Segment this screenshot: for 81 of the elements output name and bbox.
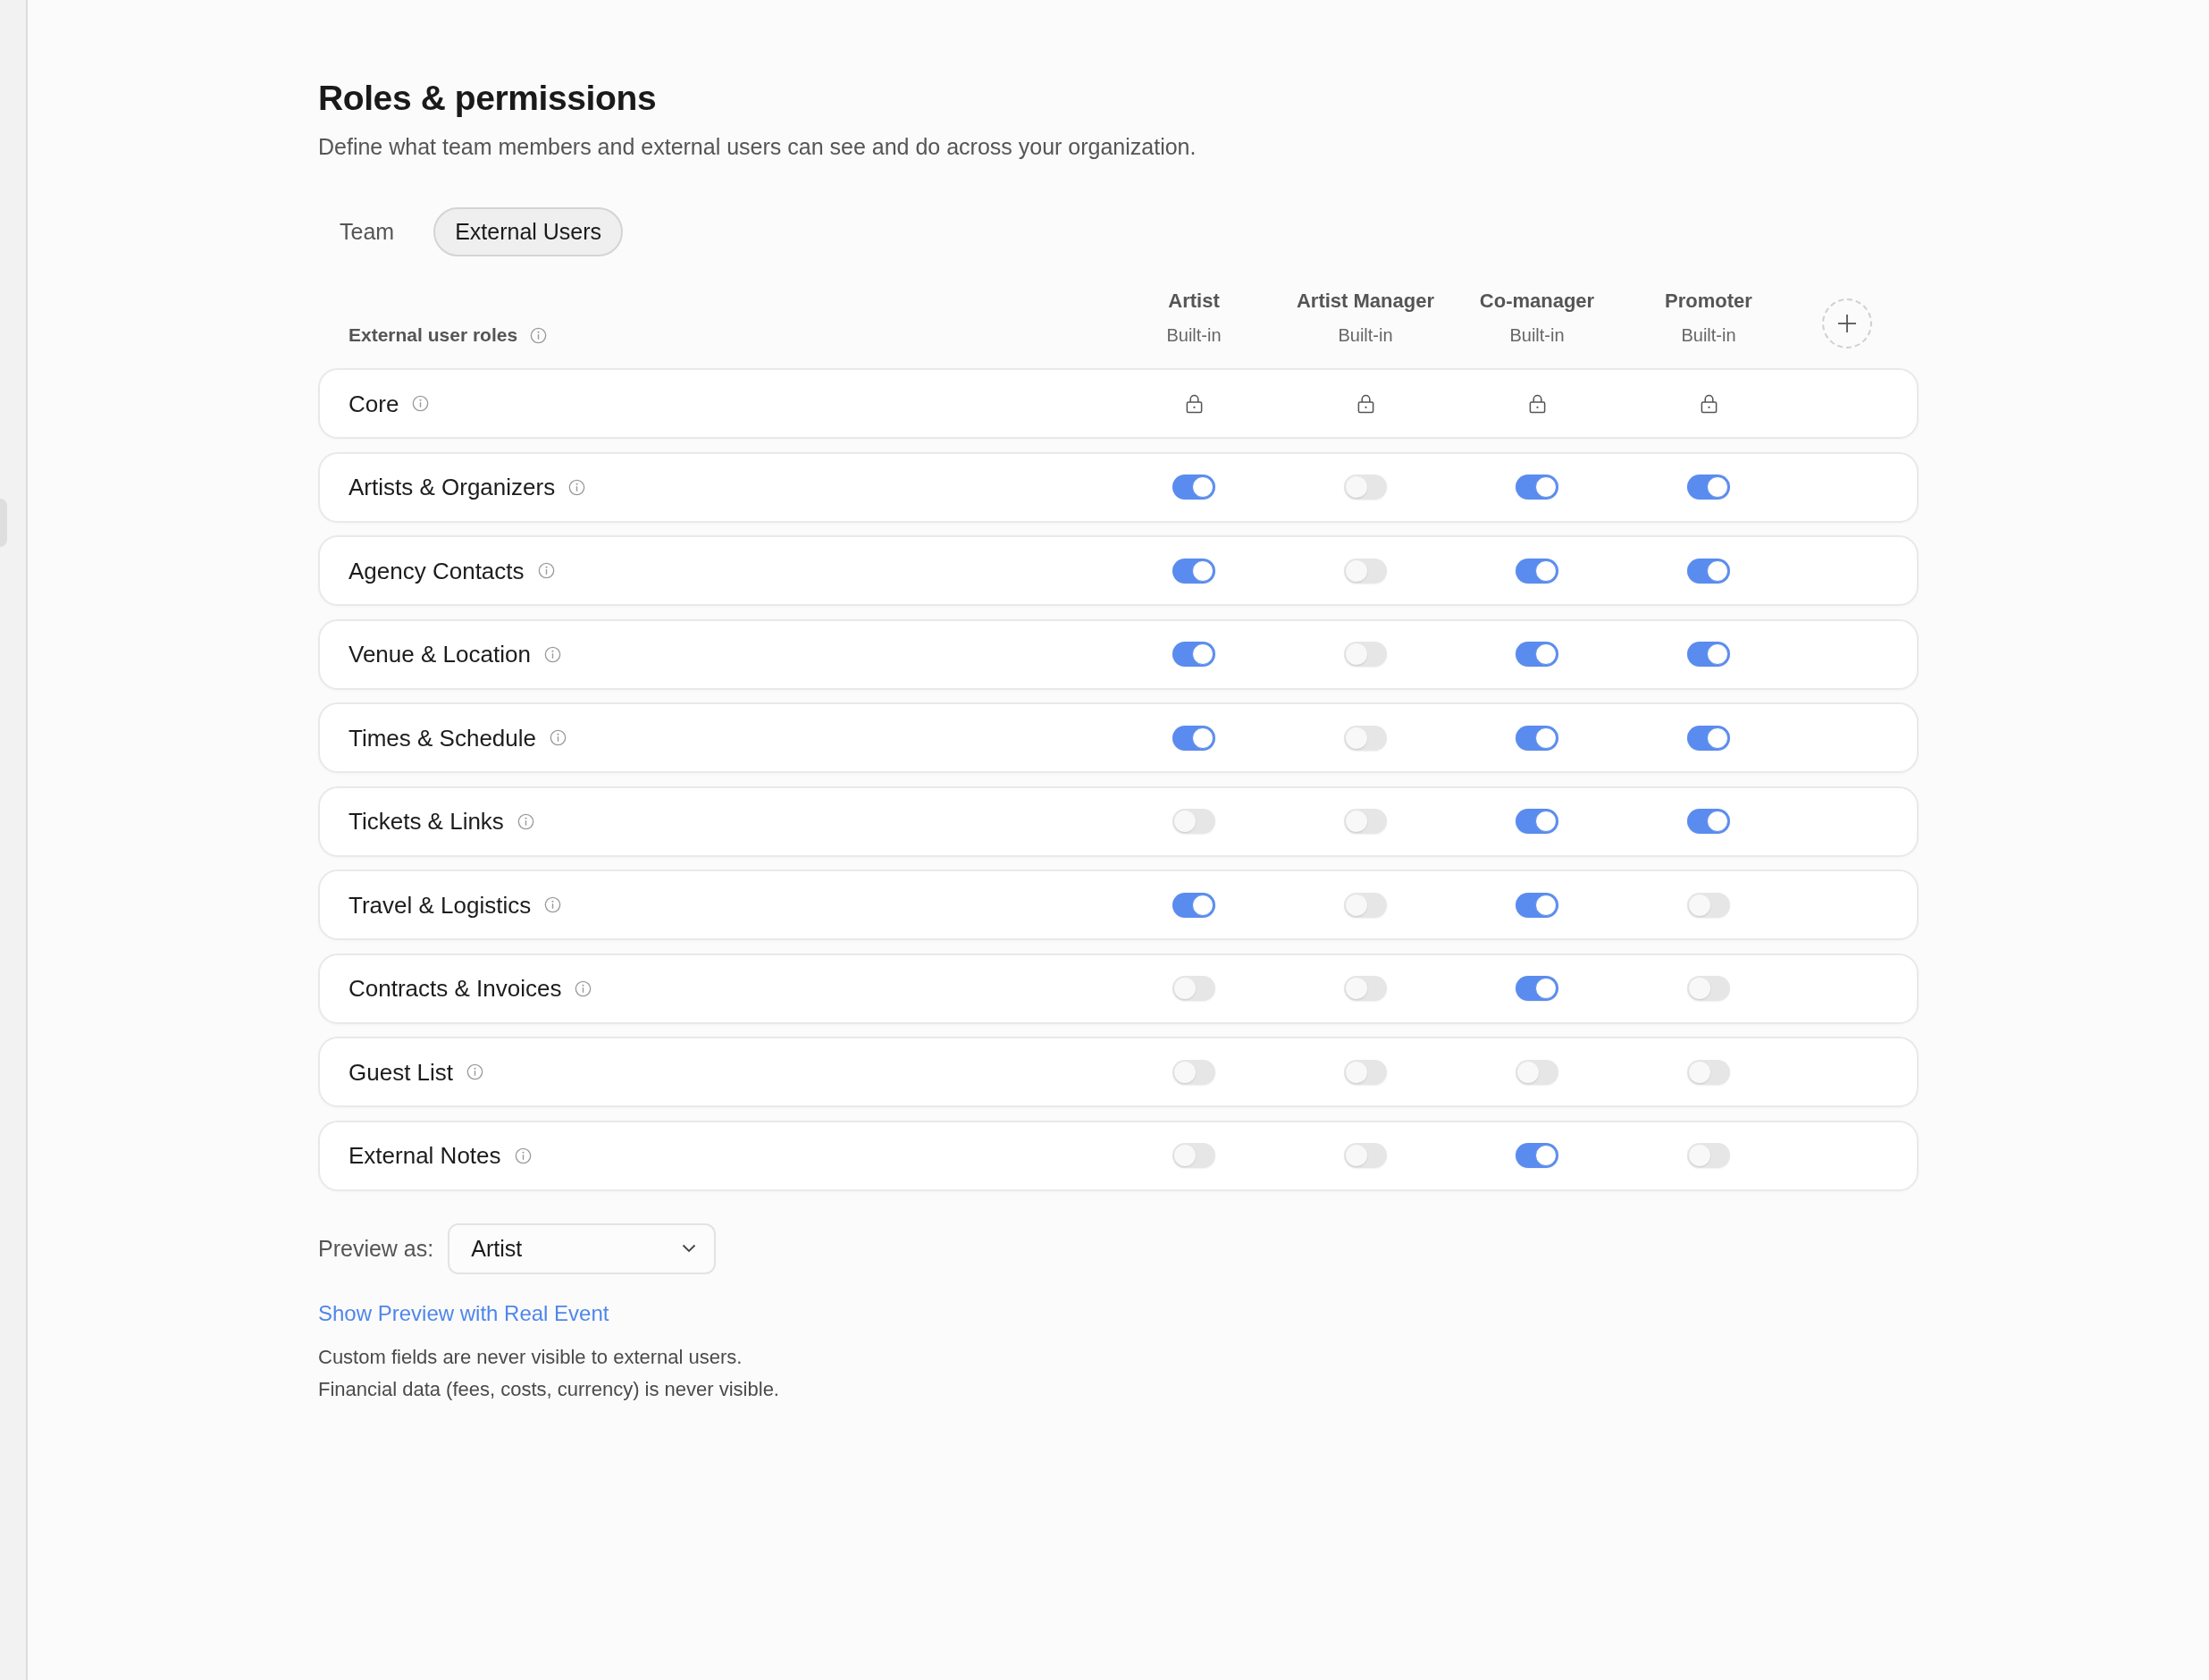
toggle-switch[interactable] — [1344, 892, 1387, 918]
toggle-switch[interactable] — [1172, 976, 1215, 1001]
toggle-switch[interactable] — [1687, 642, 1730, 667]
row-label: External Notes — [349, 1141, 501, 1170]
info-icon — [543, 645, 561, 663]
toggle-switch[interactable] — [1516, 725, 1558, 751]
toggle-switch[interactable] — [1172, 558, 1215, 584]
toggle-switch[interactable] — [1344, 976, 1387, 1001]
info-icon — [575, 979, 592, 997]
row-label: Agency Contacts — [349, 556, 525, 585]
toggle-switch[interactable] — [1344, 725, 1387, 751]
toggle-switch[interactable] — [1172, 475, 1215, 500]
column-name: Promoter — [1665, 289, 1752, 314]
row-label: Tickets & Links — [349, 807, 504, 836]
preview-select[interactable]: Artist — [448, 1222, 717, 1274]
info-icon — [550, 729, 567, 746]
toggle-switch[interactable] — [1516, 475, 1558, 500]
lock-icon — [1699, 393, 1718, 414]
row-label: Times & Schedule — [349, 723, 537, 752]
toggle-switch[interactable] — [1516, 1143, 1558, 1168]
row-label: Travel & Logistics — [349, 890, 532, 920]
chevron-icon — [682, 1244, 697, 1253]
toggle-switch[interactable] — [1344, 642, 1387, 667]
info-icon — [514, 1147, 532, 1164]
info-icon — [517, 812, 534, 830]
toggle-switch[interactable] — [1172, 725, 1215, 751]
preview-label: Preview as: — [318, 1235, 434, 1262]
toggle-switch[interactable] — [1344, 1143, 1387, 1168]
column-name: Artist Manager — [1296, 289, 1434, 314]
add-role-button[interactable] — [1822, 298, 1872, 349]
toggle-switch[interactable] — [1687, 558, 1730, 584]
row-label: Core — [349, 389, 399, 418]
toggle-switch[interactable] — [1172, 1143, 1215, 1168]
info-icon — [568, 478, 586, 496]
column-subtitle: Built-in — [1509, 324, 1565, 347]
row-label: Artists & Organizers — [349, 473, 556, 501]
toggle-switch[interactable] — [1516, 1059, 1558, 1085]
toggle-switch[interactable] — [1516, 558, 1558, 584]
column-subtitle: Built-in — [1166, 324, 1222, 347]
info-icon — [466, 1063, 484, 1080]
note-text: Financial data (fees, costs, currency) is never visible. — [318, 1376, 780, 1402]
toggle-switch[interactable] — [1172, 809, 1215, 834]
lock-icon — [1184, 393, 1204, 414]
lock-icon — [1527, 393, 1547, 414]
tab[interactable]: External Users — [433, 207, 624, 256]
toggle-switch[interactable] — [1344, 475, 1387, 500]
row-label: Contracts & Invoices — [349, 974, 562, 1003]
column-subtitle: Built-in — [1681, 324, 1736, 347]
row-label: Guest List — [349, 1057, 454, 1087]
info-icon — [412, 395, 430, 412]
toggle-switch[interactable] — [1516, 809, 1558, 834]
tab[interactable]: Team — [318, 207, 416, 256]
toggle-switch[interactable] — [1516, 642, 1558, 667]
toggle-switch[interactable] — [1687, 809, 1730, 834]
toggle-switch[interactable] — [1687, 1143, 1730, 1168]
toggle-switch[interactable] — [1687, 976, 1730, 1001]
toggle-switch[interactable] — [1172, 892, 1215, 918]
toggle-switch[interactable] — [1687, 475, 1730, 500]
column-subtitle: Built-in — [1338, 324, 1393, 347]
toggle-switch[interactable] — [1344, 558, 1387, 584]
lock-icon — [1356, 393, 1375, 414]
plus-icon — [1837, 314, 1857, 333]
info-icon — [537, 562, 555, 579]
page-title: Roles & permissions — [318, 78, 658, 119]
toggle-switch[interactable] — [1687, 892, 1730, 918]
toggle-switch[interactable] — [1516, 892, 1558, 918]
toggle-switch[interactable] — [1687, 1059, 1730, 1085]
toggle-switch[interactable] — [1516, 976, 1558, 1001]
note-text: Custom fields are never visible to external users. — [318, 1344, 743, 1370]
column-name: Artist — [1168, 289, 1220, 314]
info-icon — [530, 326, 548, 344]
toggle-switch[interactable] — [1687, 725, 1730, 751]
row-label: Venue & Location — [349, 640, 531, 668]
column-name: Co-manager — [1479, 289, 1595, 314]
toggle-switch[interactable] — [1344, 809, 1387, 834]
toggle-switch[interactable] — [1344, 1059, 1387, 1085]
toggle-switch[interactable] — [1172, 642, 1215, 667]
table-heading: External user roles — [349, 323, 518, 347]
toggle-switch[interactable] — [1172, 1059, 1215, 1085]
info-icon — [544, 896, 562, 913]
page-description: Define what team members and external users can see and do across your organization. — [318, 133, 1197, 161]
